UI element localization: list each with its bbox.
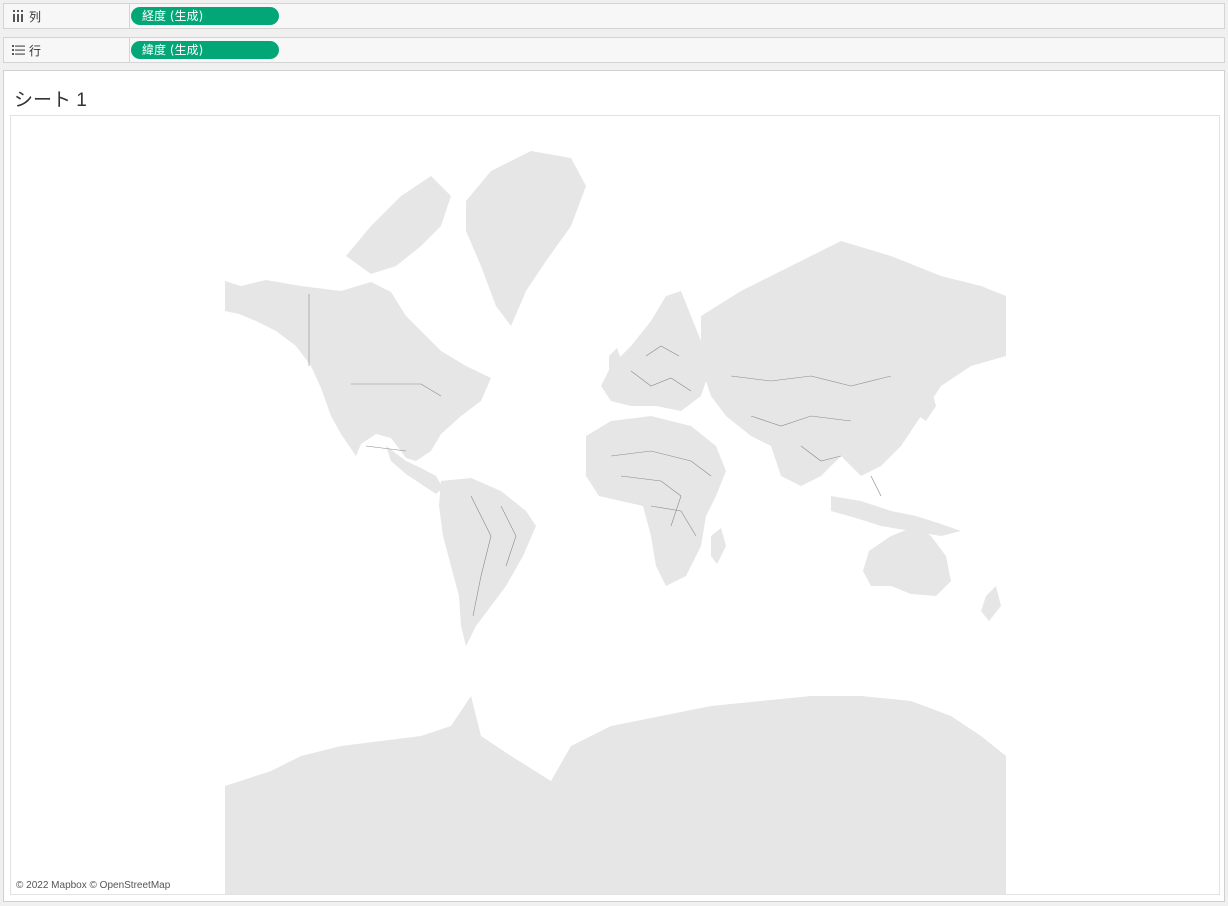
worksheet: シート 1 © 2022 Mapbox © OpenStreetMap [3, 70, 1225, 902]
asia [701, 241, 1006, 486]
madagascar [711, 528, 726, 564]
sheet-title: シート 1 [14, 90, 87, 111]
south-america [439, 478, 536, 646]
land-shapes [225, 151, 1006, 894]
longitude-pill[interactable]: 経度 (生成) [131, 7, 279, 25]
rows-shelf[interactable]: 行 緯度 (生成) [3, 37, 1225, 63]
australia [863, 526, 951, 596]
latitude-pill[interactable]: 緯度 (生成) [131, 41, 279, 59]
columns-shelf[interactable]: 列 経度 (生成) [3, 3, 1225, 29]
map-view[interactable]: © 2022 Mapbox © OpenStreetMap [10, 115, 1220, 895]
world-map [225, 151, 1006, 894]
columns-shelf-label: 列 [29, 9, 42, 24]
rows-shelf-label: 行 [29, 43, 42, 58]
columns-shelf-header: 列 [4, 4, 130, 28]
se-asia-islands [831, 496, 961, 536]
rows-icon [11, 43, 25, 57]
greenland [466, 151, 586, 326]
new-zealand [981, 586, 1001, 621]
arctic-islands [346, 176, 451, 274]
antarctica [225, 696, 1006, 894]
columns-icon [11, 9, 25, 23]
africa [586, 416, 726, 586]
north-america [225, 280, 491, 461]
rows-shelf-header: 行 [4, 38, 130, 62]
map-attribution: © 2022 Mapbox © OpenStreetMap [16, 880, 171, 891]
